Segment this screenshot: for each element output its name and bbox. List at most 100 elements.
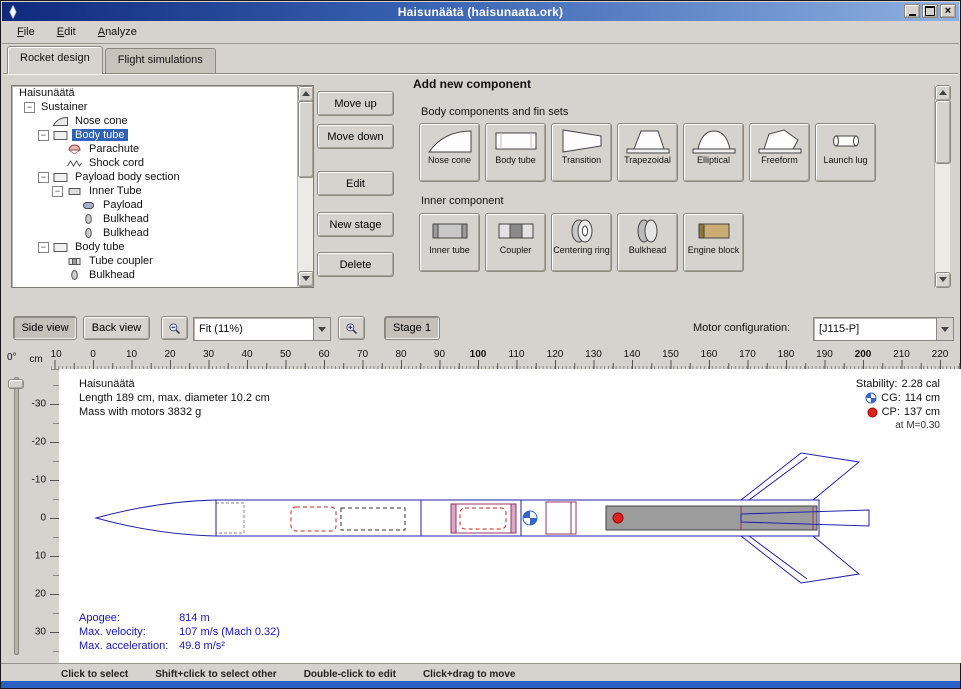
ruler-label: -20 — [32, 437, 46, 448]
transition-icon — [559, 127, 605, 155]
scroll-down-button[interactable] — [298, 271, 314, 287]
minimize-button[interactable] — [904, 4, 920, 18]
tree-item-rocket[interactable]: Haisunäätä — [12, 86, 313, 100]
tree-item-nose-cone[interactable]: Nose cone — [12, 114, 313, 128]
motor-configuration-select[interactable]: [J115-P] — [813, 317, 954, 341]
cg-label: CG: — [881, 391, 901, 405]
cp-icon — [867, 407, 878, 418]
rocket-info: Haisunäätä Length 189 cm, max. diameter … — [79, 377, 270, 419]
scroll-down-button[interactable] — [935, 272, 951, 288]
tree-item-bulkhead[interactable]: Bulkhead — [12, 268, 313, 282]
tab-rocket-design[interactable]: Rocket design — [7, 46, 103, 74]
rotation-slider[interactable] — [14, 377, 19, 655]
tree-expander-icon[interactable] — [38, 242, 49, 253]
tree-item-payload[interactable]: Payload — [12, 198, 313, 212]
add-panel-scrollbar[interactable] — [934, 85, 950, 288]
scrollbar-thumb[interactable] — [935, 100, 951, 164]
back-view-button[interactable]: Back view — [83, 316, 150, 340]
tree-item-parachute[interactable]: Parachute — [12, 142, 313, 156]
tree-item-bulkhead[interactable]: Bulkhead — [12, 226, 313, 240]
menu-file[interactable]: File — [8, 24, 44, 40]
add-elliptical-fin-button[interactable]: Elliptical — [683, 123, 744, 182]
menu-analyze[interactable]: Analyze — [89, 24, 146, 40]
minimize-icon — [909, 14, 916, 16]
window-controls: × — [904, 4, 956, 18]
add-nose-cone-button[interactable]: Nose cone — [419, 123, 480, 182]
scroll-up-icon — [302, 91, 310, 96]
max-velocity-value: 107 m/s (Mach 0.32) — [179, 626, 280, 638]
nose-cone-icon — [427, 127, 473, 155]
add-trapezoidal-fin-button[interactable]: Trapezoidal — [617, 123, 678, 182]
add-centering-ring-button[interactable]: Centering ring — [551, 213, 612, 272]
tree-expander-icon[interactable] — [24, 102, 35, 113]
maximize-button[interactable] — [922, 4, 938, 18]
ruler-label: 10 — [126, 349, 137, 360]
ruler-label: 120 — [547, 349, 564, 360]
body-tube-icon — [493, 127, 539, 155]
add-inner-tube-button[interactable]: Inner tube — [419, 213, 480, 272]
tree-item-payload-section[interactable]: Payload body section — [12, 170, 313, 184]
body-tube-icon — [52, 129, 69, 141]
tree-item-body-tube[interactable]: Body tube — [12, 128, 313, 142]
tree-item-bulkhead[interactable]: Bulkhead — [12, 212, 313, 226]
stage-1-toggle[interactable]: Stage 1 — [384, 316, 440, 340]
tree-scrollbar[interactable] — [297, 86, 313, 287]
close-button[interactable]: × — [940, 4, 956, 18]
ruler-label: 190 — [816, 349, 833, 360]
add-freeform-fin-button[interactable]: Freeform — [749, 123, 810, 182]
tree-expander-icon[interactable] — [38, 130, 49, 141]
edit-button[interactable]: Edit — [317, 171, 394, 196]
scroll-up-button[interactable] — [935, 85, 951, 101]
scrollbar-thumb[interactable] — [298, 101, 314, 178]
ruler-label: 170 — [739, 349, 756, 360]
zoom-in-button[interactable] — [338, 316, 365, 340]
bulkhead-icon — [625, 217, 671, 245]
tree-item-inner-tube[interactable]: Inner Tube — [12, 184, 313, 198]
add-coupler-button[interactable]: Coupler — [485, 213, 546, 272]
window-title: Haisunäätä (haisunaata.ork) — [2, 5, 959, 19]
cp-label: CP: — [882, 405, 900, 419]
ruler-label: 30 — [203, 349, 214, 360]
side-view-button[interactable]: Side view — [13, 316, 77, 340]
tree-item-shock-cord[interactable]: Shock cord — [12, 156, 313, 170]
tree-expander-icon[interactable] — [52, 186, 63, 197]
engine-block-icon — [691, 217, 737, 245]
chevron-down-icon[interactable] — [313, 318, 330, 340]
mach-condition: at M=0.30 — [856, 419, 940, 433]
scroll-up-button[interactable] — [298, 86, 314, 102]
rocket-view[interactable]: Haisunäätä Length 189 cm, max. diameter … — [59, 369, 961, 663]
stability-label: Stability: — [856, 377, 898, 391]
bulkhead-icon — [80, 227, 97, 239]
zoom-select[interactable]: Fit (11%) — [193, 317, 331, 341]
add-engine-block-button[interactable]: Engine block — [683, 213, 744, 272]
ruler-label: 60 — [318, 349, 329, 360]
max-velocity-label: Max. velocity: — [79, 625, 176, 639]
new-stage-button[interactable]: New stage — [317, 212, 394, 237]
zoom-out-button[interactable] — [161, 316, 188, 340]
payload-icon — [80, 199, 97, 211]
selected-tree-item: Body tube — [72, 129, 128, 141]
move-up-button[interactable]: Move up — [317, 91, 394, 116]
move-down-button[interactable]: Move down — [317, 124, 394, 149]
menu-edit[interactable]: Edit — [48, 24, 85, 40]
freeform-fin-icon — [757, 127, 803, 155]
window-icon — [6, 5, 20, 19]
add-body-tube-button[interactable]: Body tube — [485, 123, 546, 182]
motor-configuration-label: Motor configuration: — [693, 322, 790, 334]
shock-cord-icon — [66, 157, 83, 169]
tree-item-tube-coupler[interactable]: Tube coupler — [12, 254, 313, 268]
add-launch-lug-button[interactable]: Launch lug — [815, 123, 876, 182]
add-transition-button[interactable]: Transition — [551, 123, 612, 182]
delete-button[interactable]: Delete — [317, 252, 394, 277]
tree-item-stage[interactable]: Sustainer — [12, 100, 313, 114]
tree-item-body-tube-2[interactable]: Body tube — [12, 240, 313, 254]
bulkhead-icon — [66, 269, 83, 281]
titlebar[interactable]: Haisunäätä (haisunaata.ork) × — [2, 2, 959, 21]
ruler-label: 220 — [932, 349, 949, 360]
rocket-length: Length 189 cm, max. diameter 10.2 cm — [79, 391, 270, 405]
add-bulkhead-button[interactable]: Bulkhead — [617, 213, 678, 272]
centering-ring-icon — [559, 217, 605, 245]
tab-flight-simulations[interactable]: Flight simulations — [105, 48, 216, 73]
chevron-down-icon[interactable] — [936, 318, 953, 340]
tree-expander-icon[interactable] — [38, 172, 49, 183]
